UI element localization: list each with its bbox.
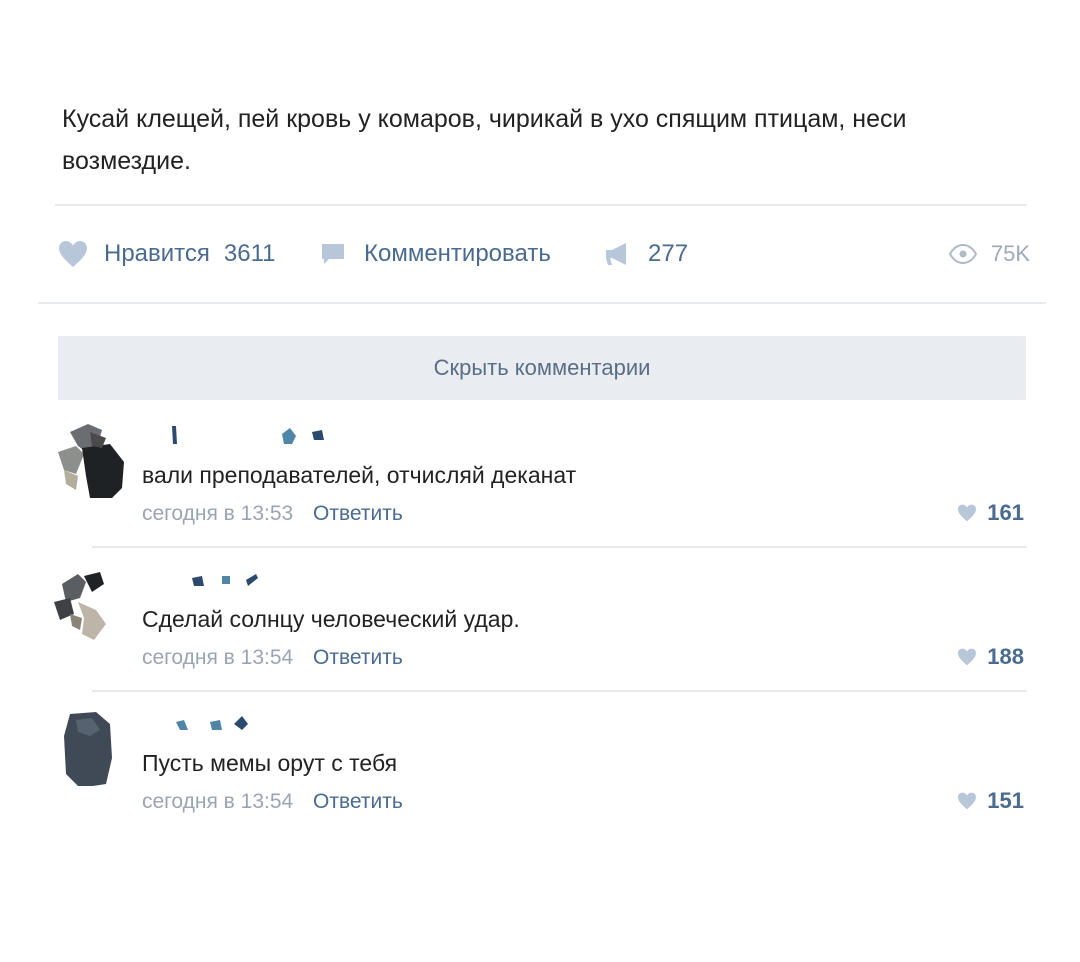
username-redacted[interactable] [162,568,362,592]
comment-text: Сделай солнцу человеческий удар. [142,606,520,632]
hide-comments-button[interactable]: Скрыть комментарии [58,336,1026,400]
comment-item: Пусть мемы орут с тебя сегодня в 13:54 О… [50,692,1030,832]
comment-meta: сегодня в 13:53 Ответить [142,502,403,526]
views-count: 75K [990,241,1030,266]
views-counter: 75K [948,232,1030,276]
heart-icon [958,648,977,666]
divider [55,204,1027,206]
like-label: Нравится [104,240,210,267]
reply-button[interactable]: Ответить [313,502,403,525]
reply-button[interactable]: Ответить [313,646,403,669]
heart-icon [958,504,977,522]
share-count: 277 [648,240,689,267]
like-button[interactable]: Нравится 3611 [58,232,276,276]
avatar[interactable] [50,418,130,498]
comment-text: Пусть мемы орут с тебя [142,750,398,776]
heart-icon [59,241,87,267]
comment-item: Сделай солнцу человеческий удар. сегодня… [50,548,1030,688]
comment-time[interactable]: сегодня в 13:54 [142,646,293,669]
comment-icon [322,244,344,264]
comment-time[interactable]: сегодня в 13:53 [142,502,293,525]
comment-like-count: 161 [987,500,1024,525]
comment-label: Комментировать [364,240,551,267]
post-text: Кусай клещей, пей кровь у комаров, чирик… [62,105,907,175]
username-redacted[interactable] [162,712,362,736]
comment-like-count: 151 [987,788,1024,813]
heart-icon [958,792,977,810]
comment-like-button[interactable]: 151 [957,788,1024,814]
divider [38,302,1046,304]
avatar[interactable] [50,706,130,786]
reply-button[interactable]: Ответить [313,790,403,813]
like-count: 3611 [223,240,276,267]
username-redacted[interactable] [162,424,362,448]
comment-button[interactable]: Комментировать [320,232,551,276]
megaphone-icon [606,243,626,265]
comment-like-button[interactable]: 161 [957,500,1024,526]
comment-item: вали преподавателей, отчисляй деканат се… [50,404,1030,544]
share-button[interactable]: 277 [604,232,688,276]
comment-like-count: 188 [987,644,1024,669]
comment-text: вали преподавателей, отчисляй деканат [142,462,577,488]
comment-meta: сегодня в 13:54 Ответить [142,790,403,814]
eye-icon [948,244,977,264]
comment-meta: сегодня в 13:54 Ответить [142,646,403,670]
avatar[interactable] [50,562,130,642]
post-actions: Нравится 3611 Комментировать 277 75K [58,232,1030,276]
comment-like-button[interactable]: 188 [957,644,1024,670]
comment-time[interactable]: сегодня в 13:54 [142,790,293,813]
